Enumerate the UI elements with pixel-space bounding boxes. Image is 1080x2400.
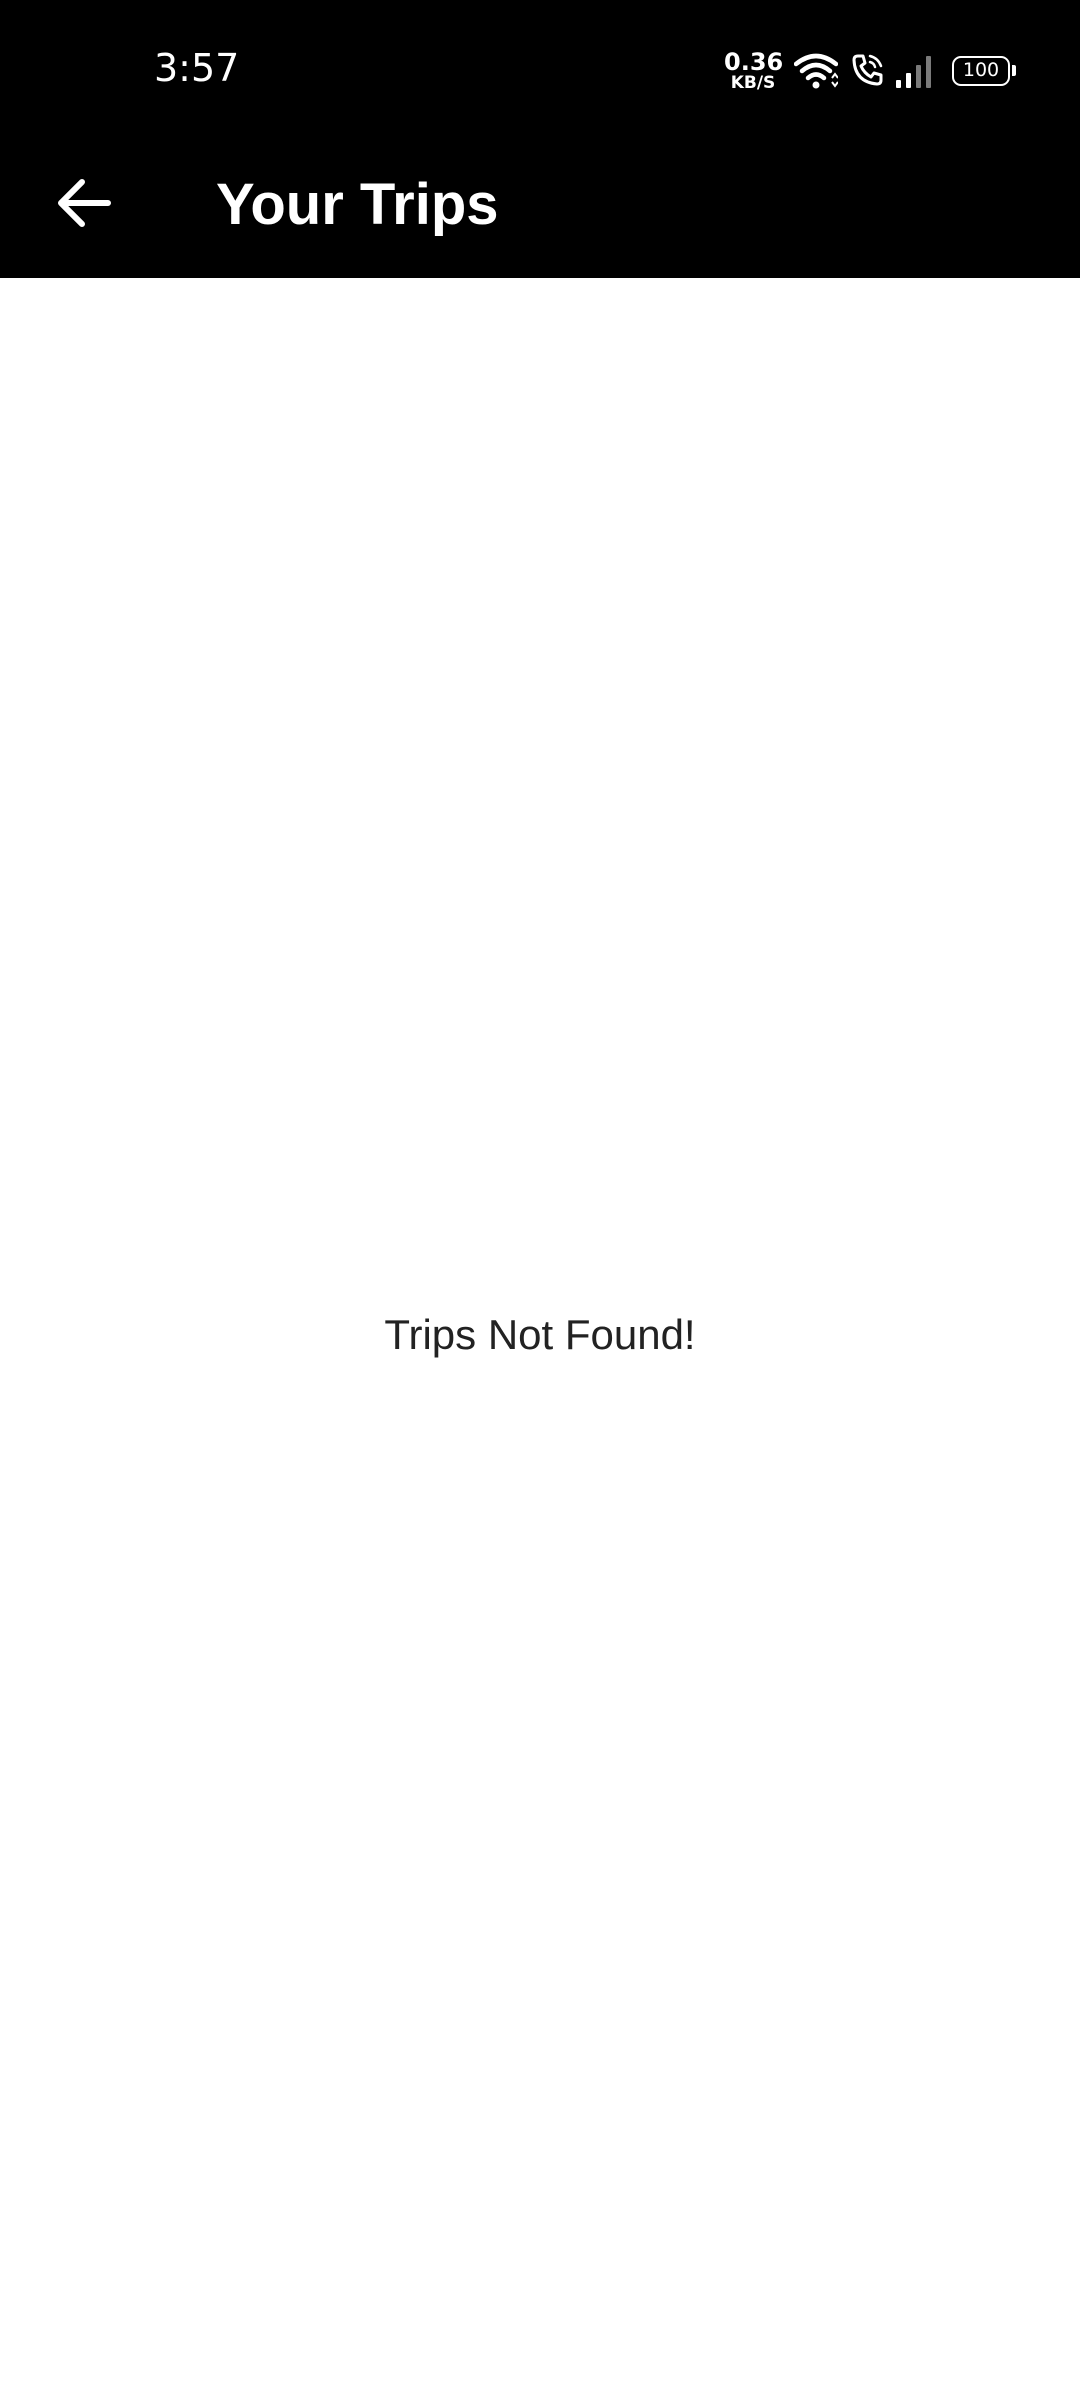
network-speed-value: 0.36 (724, 48, 784, 76)
signal-icon (894, 52, 938, 95)
arrow-left-icon (56, 178, 112, 233)
network-speed-indicator: 0.36 KB/S (724, 48, 784, 93)
trips-screen: 3:57 0.36 KB/S 100 Your Trips Trips Not … (0, 0, 1080, 2400)
wifi-icon (793, 52, 839, 95)
battery-icon: 100 (952, 56, 1016, 86)
empty-state-message: Trips Not Found! (384, 1311, 696, 1358)
wifi-call-icon (850, 52, 886, 93)
page-title: Your Trips (216, 172, 499, 237)
back-button[interactable] (34, 160, 134, 250)
status-bar: 3:57 0.36 KB/S 100 (0, 0, 1080, 130)
trips-content: Trips Not Found! (0, 278, 1080, 2400)
network-speed-unit: KB/S (730, 73, 776, 93)
status-time: 3:57 (154, 46, 240, 90)
app-bar: Your Trips (0, 130, 1080, 278)
